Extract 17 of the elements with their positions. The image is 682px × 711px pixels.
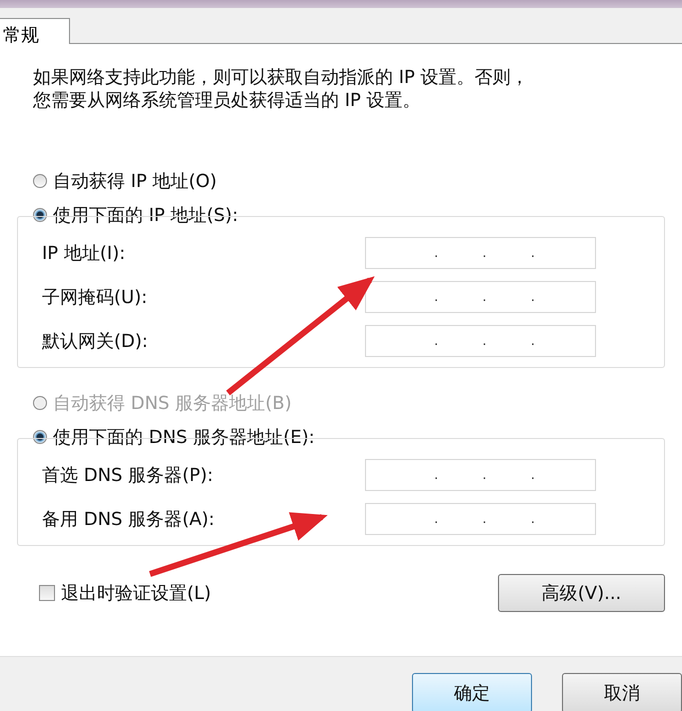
ip-address-field[interactable]: . . . (365, 503, 596, 535)
ok-button[interactable]: 确定 (412, 673, 532, 711)
cancel-button[interactable]: 取消 (562, 673, 682, 711)
ip-address-field[interactable]: . . . (365, 281, 596, 313)
ip-address-field[interactable]: . . . (365, 459, 596, 491)
field-label: 备用 DNS 服务器(A): (42, 508, 215, 531)
radio-option[interactable]: 自动获得 IP 地址(O) (17, 164, 665, 198)
description-text: 如果网络支持此功能，则可以获取自动指派的 IP 设置。否则，您需要从网络系统管理员处获得适当的 IP 设置。 (32, 66, 530, 112)
field-label: 首选 DNS 服务器(P): (42, 464, 214, 487)
ip-address-field[interactable]: . . . (365, 325, 596, 357)
validate-checkbox[interactable]: 退出时验证设置(L) (39, 581, 212, 605)
ip-address-field[interactable]: . . . (365, 237, 596, 269)
field-label: IP 地址(I): (42, 242, 126, 265)
tab[interactable]: 常规 (0, 18, 70, 44)
field-label: 子网掩码(U): (42, 286, 148, 309)
advanced-button[interactable]: 高级(V)... (498, 574, 665, 612)
field-label: 默认网关(D): (42, 330, 148, 353)
